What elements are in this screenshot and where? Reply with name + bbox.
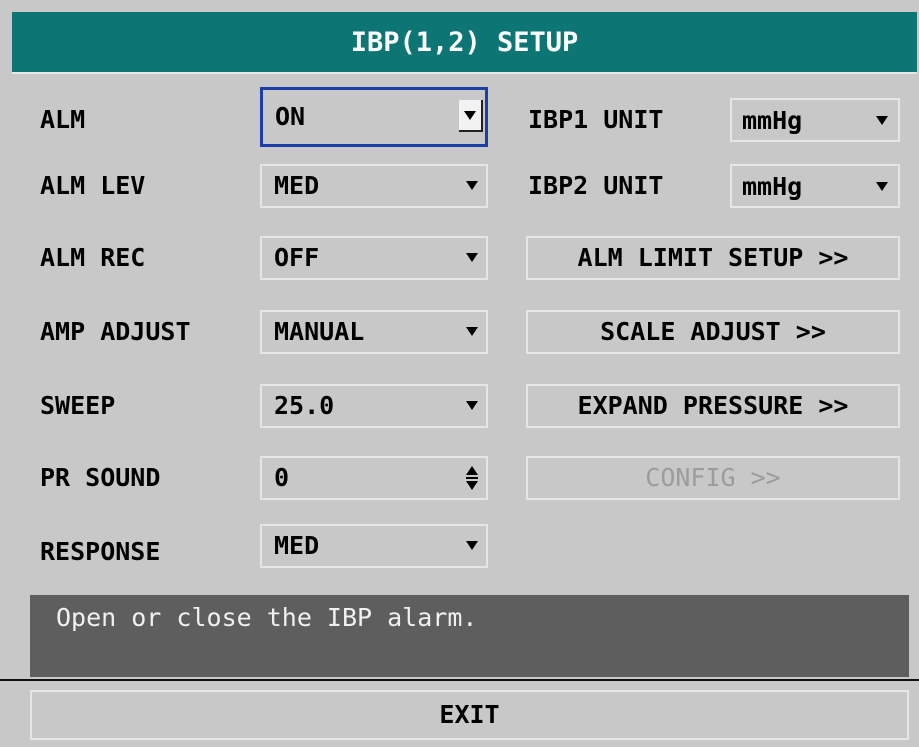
ibp1-unit-select[interactable]: mmHg xyxy=(730,98,900,142)
pr-sound-label: PR SOUND xyxy=(40,463,161,492)
alm-dropdown-button[interactable] xyxy=(459,100,483,132)
ibp-setup-dialog: IBP(1,2) SETUP ALM ON ALM LEV MED ALM RE… xyxy=(0,0,919,747)
alm-rec-value: OFF xyxy=(274,243,320,272)
expand-pressure-button[interactable]: EXPAND PRESSURE >> xyxy=(526,384,900,428)
alm-label: ALM xyxy=(40,105,86,134)
pr-sound-spinner[interactable]: 0 xyxy=(260,456,488,500)
amp-adjust-label: AMP ADJUST xyxy=(40,317,191,346)
alm-rec-label: ALM REC xyxy=(40,243,146,272)
chevron-down-icon xyxy=(464,111,476,120)
response-value: MED xyxy=(274,531,320,560)
chevron-down-icon xyxy=(876,116,888,125)
ibp1-unit-label: IBP1 UNIT xyxy=(528,105,664,134)
chevron-down-icon xyxy=(876,182,888,191)
amp-adjust-value: MANUAL xyxy=(274,317,365,346)
help-text: Open or close the IBP alarm. xyxy=(30,595,909,677)
response-label: RESPONSE xyxy=(40,537,161,566)
dialog-title: IBP(1,2) SETUP xyxy=(12,12,917,74)
response-select[interactable]: MED xyxy=(260,524,488,568)
chevron-down-icon xyxy=(466,541,478,550)
ibp1-unit-value: mmHg xyxy=(742,106,803,135)
alm-select[interactable]: ON xyxy=(260,87,488,147)
alm-rec-select[interactable]: OFF xyxy=(260,236,488,280)
up-down-arrows-icon[interactable] xyxy=(466,466,478,490)
chevron-down-icon xyxy=(466,401,478,410)
chevron-down-icon xyxy=(466,253,478,262)
alm-lev-select[interactable]: MED xyxy=(260,164,488,208)
alm-lev-value: MED xyxy=(274,171,320,200)
chevron-down-icon xyxy=(466,181,478,190)
scale-adjust-button[interactable]: SCALE ADJUST >> xyxy=(526,310,900,354)
alm-limit-setup-button[interactable]: ALM LIMIT SETUP >> xyxy=(526,236,900,280)
sweep-select[interactable]: 25.0 xyxy=(260,384,488,428)
alm-value: ON xyxy=(275,102,306,131)
amp-adjust-select[interactable]: MANUAL xyxy=(260,310,488,354)
sweep-value: 25.0 xyxy=(274,391,335,420)
ibp2-unit-value: mmHg xyxy=(742,172,803,201)
config-button[interactable]: CONFIG >> xyxy=(526,456,900,500)
chevron-down-icon xyxy=(466,327,478,336)
sweep-label: SWEEP xyxy=(40,391,116,420)
divider xyxy=(0,679,919,681)
ibp2-unit-label: IBP2 UNIT xyxy=(528,171,664,200)
exit-button[interactable]: EXIT xyxy=(30,690,909,740)
pr-sound-value: 0 xyxy=(274,463,290,492)
ibp2-unit-select[interactable]: mmHg xyxy=(730,164,900,208)
alm-lev-label: ALM LEV xyxy=(40,171,146,200)
